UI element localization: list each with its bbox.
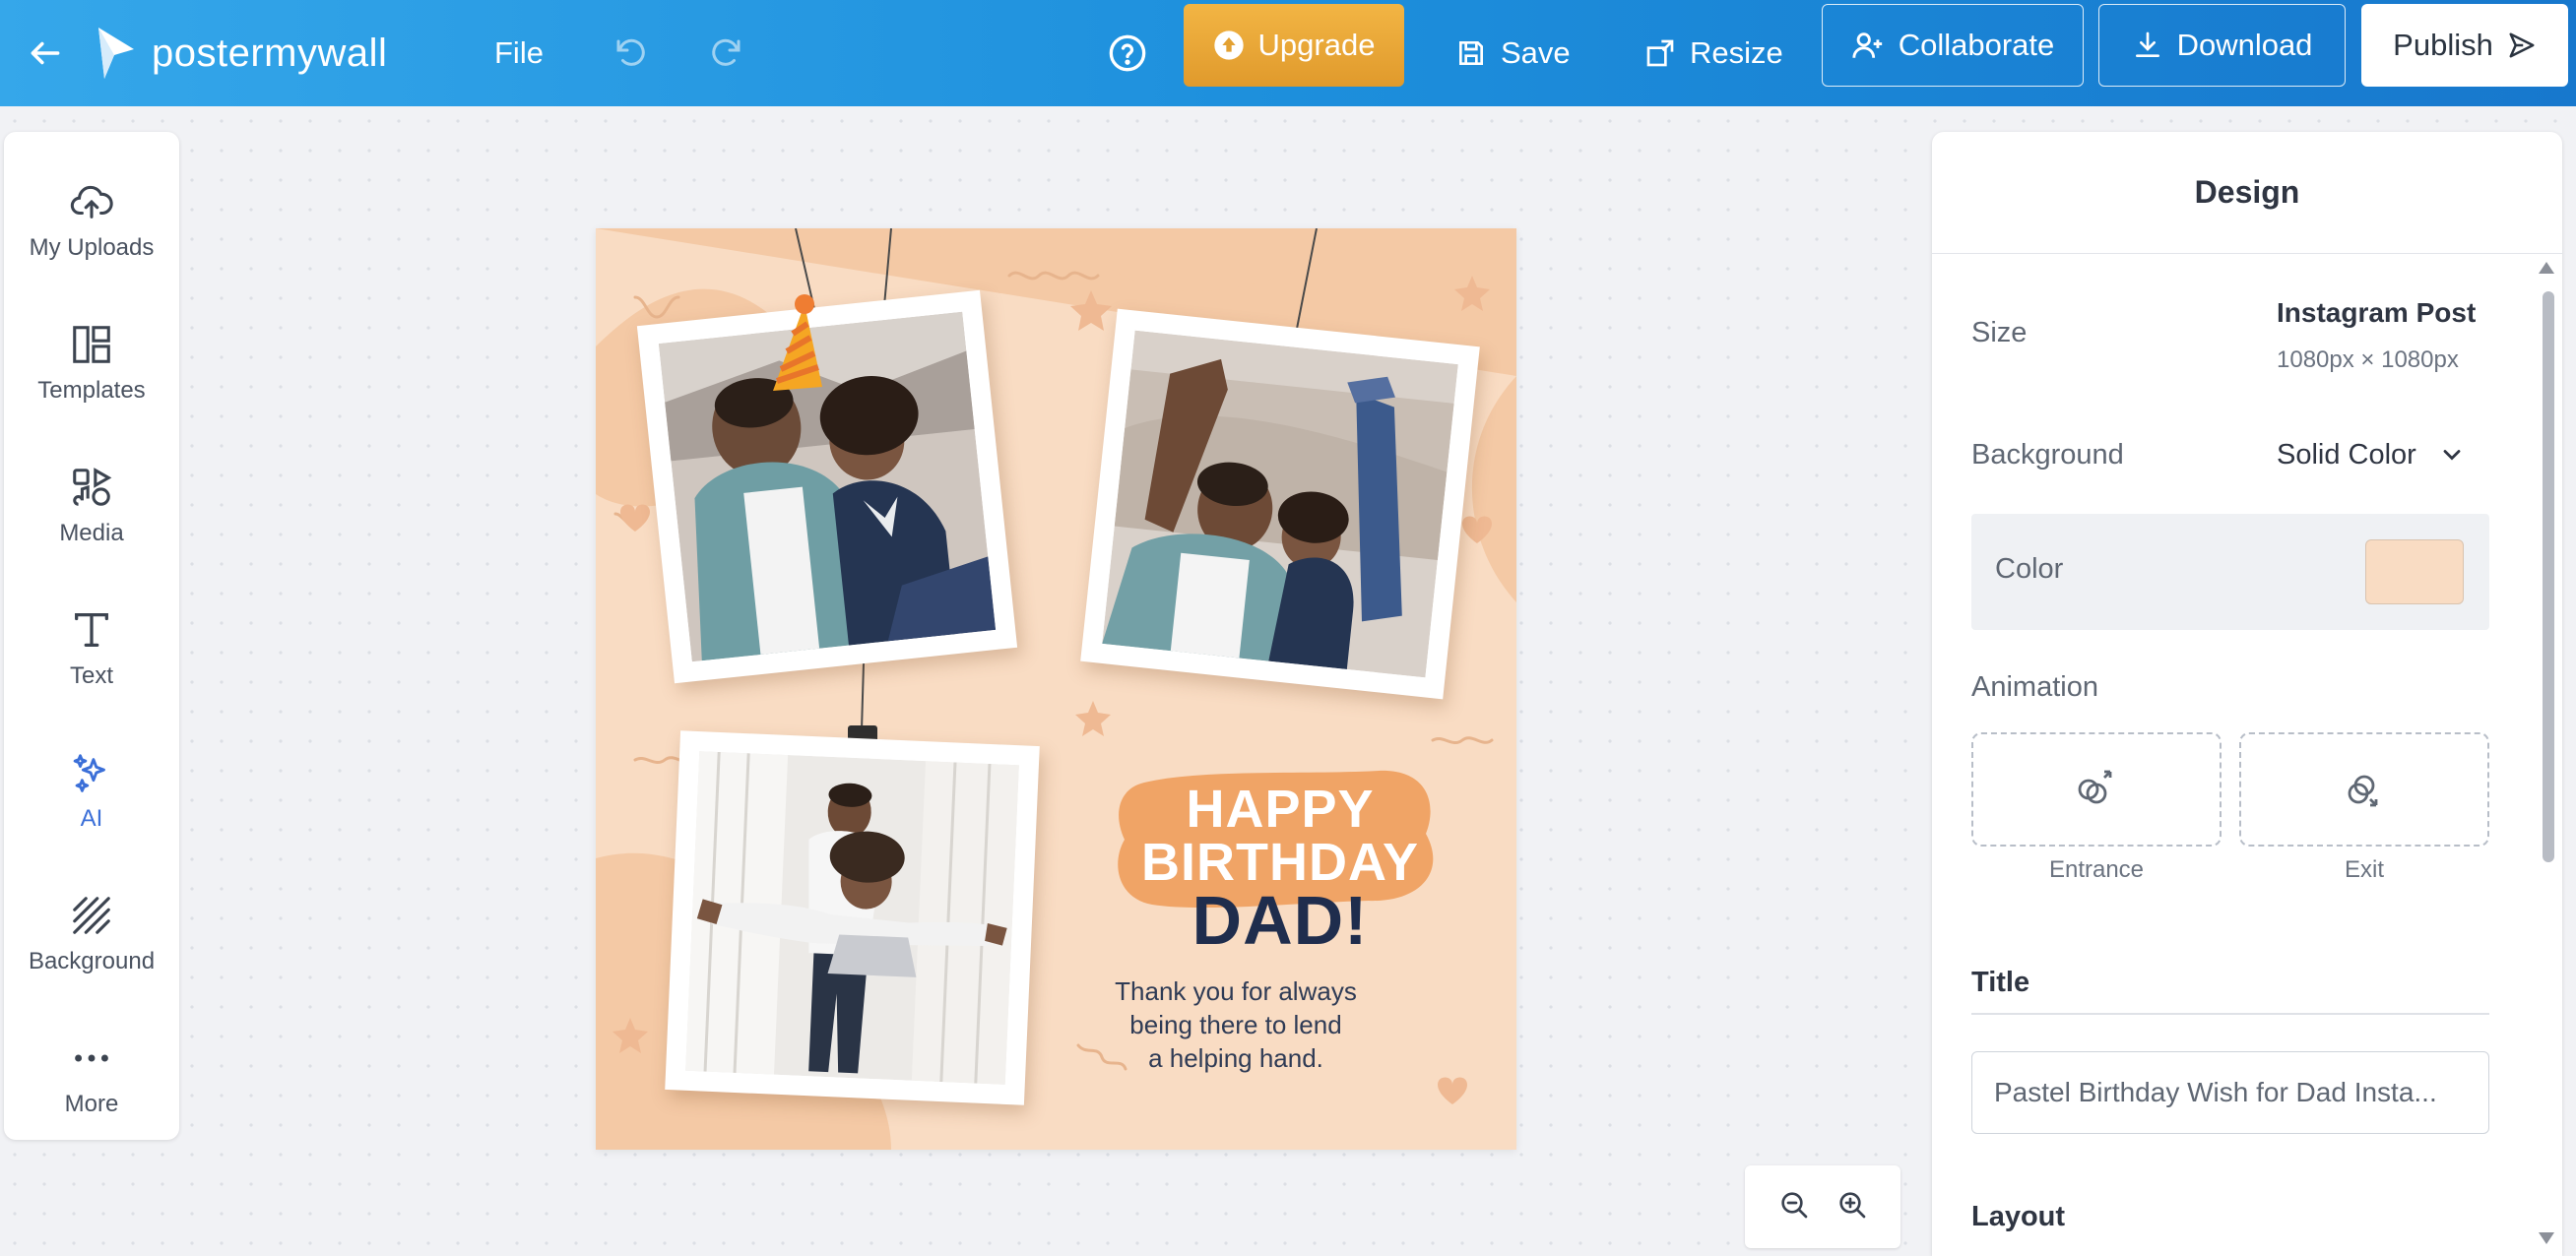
sidebar-item-background[interactable]: Background — [4, 875, 179, 993]
background-icon — [73, 897, 110, 934]
title-line-dad: DAD! — [1191, 882, 1369, 959]
size-label: Size — [1971, 317, 2028, 348]
size-value[interactable]: Instagram Post — [2277, 297, 2476, 329]
save-button[interactable]: Save — [1455, 0, 1571, 106]
photo-dad-lifting-kid — [685, 751, 1019, 1085]
background-type-value: Solid Color — [2277, 438, 2416, 471]
templates-icon — [73, 326, 110, 363]
save-label: Save — [1501, 35, 1571, 70]
publish-label: Publish — [2393, 28, 2493, 62]
entrance-animation-icon — [2078, 770, 2112, 804]
title-line-happy: HAPPY — [1186, 780, 1375, 839]
message-line-3: a helping hand. — [1148, 1043, 1323, 1073]
zoom-in-button[interactable] — [1836, 1189, 1868, 1225]
photo-frame-2[interactable] — [1080, 308, 1480, 700]
brand-logo[interactable]: postermywall — [95, 0, 387, 106]
download-label: Download — [2176, 28, 2313, 62]
zoom-in-icon — [1838, 1191, 1865, 1218]
color-label: Color — [1995, 553, 2064, 585]
sidebar-item-label: Templates — [37, 377, 146, 404]
text-icon — [75, 613, 108, 647]
help-button[interactable] — [1103, 0, 1152, 106]
scrollbar-thumb[interactable] — [2543, 291, 2554, 862]
party-hat-icon — [773, 294, 822, 391]
sidebar-item-label: AI — [80, 805, 103, 832]
message-line-2: being there to lend — [1129, 1010, 1342, 1039]
upgrade-button[interactable]: Upgrade — [1184, 4, 1404, 87]
top-toolbar: postermywall File Upgrade Save Resize Co… — [0, 0, 2576, 106]
zoom-out-button[interactable] — [1778, 1189, 1810, 1225]
poster-message[interactable]: Thank you for always being there to lend… — [1078, 974, 1393, 1075]
ai-sparkle-icon — [73, 754, 105, 792]
sidebar-item-my-uploads[interactable]: My Uploads — [4, 161, 179, 280]
sidebar-item-more[interactable]: More — [4, 1018, 179, 1136]
undo-icon — [616, 38, 645, 66]
sidebar-item-label: Text — [69, 662, 113, 689]
exit-label: Exit — [2344, 856, 2384, 883]
resize-button[interactable]: Resize — [1644, 0, 1783, 106]
title-section-label: Title — [1971, 967, 2030, 998]
background-type-dropdown[interactable]: Solid Color — [2277, 427, 2466, 482]
left-sidebar: My Uploads Templates Media Text AI Backg… — [4, 132, 179, 1140]
color-swatch[interactable] — [2365, 539, 2464, 604]
redo-button[interactable] — [699, 0, 754, 106]
sidebar-item-label: More — [64, 1091, 119, 1117]
add-user-icon — [1852, 32, 1882, 58]
design-panel: Design Size Instagram Post 1080px × 1080… — [1932, 132, 2562, 1256]
publish-button[interactable]: Publish — [2361, 4, 2568, 87]
download-button[interactable]: Download — [2098, 4, 2346, 87]
sidebar-item-media[interactable]: Media — [4, 447, 179, 565]
save-icon — [1459, 41, 1483, 65]
file-menu[interactable]: File — [494, 0, 544, 106]
title-input[interactable]: Pastel Birthday Wish for Dad Insta... — [1971, 1051, 2489, 1134]
exit-animation-icon — [2348, 775, 2378, 807]
sidebar-item-label: My Uploads — [29, 234, 155, 261]
photo-dad-and-kid-selfie — [1102, 330, 1458, 678]
media-icon — [73, 468, 112, 506]
sidebar-item-text[interactable]: Text — [4, 590, 179, 708]
upgrade-label: Upgrade — [1257, 28, 1376, 62]
sidebar-item-templates[interactable]: Templates — [4, 304, 179, 422]
send-icon — [2509, 32, 2535, 58]
sidebar-item-ai[interactable]: AI — [4, 732, 179, 850]
undo-button[interactable] — [603, 0, 658, 106]
message-line-1: Thank you for always — [1115, 976, 1357, 1006]
brand-name: postermywall — [152, 31, 388, 75]
zoom-out-icon — [1780, 1191, 1807, 1218]
resize-label: Resize — [1690, 35, 1783, 70]
redo-icon — [712, 38, 741, 66]
upgrade-arrow-icon — [1213, 31, 1244, 60]
help-circle-icon — [1109, 34, 1146, 72]
arrow-left-icon — [31, 41, 60, 65]
sidebar-item-label: Media — [59, 520, 124, 546]
logo-mark-icon — [98, 28, 134, 79]
back-button[interactable] — [16, 0, 75, 106]
resize-icon — [1646, 39, 1674, 67]
color-row: Color — [1971, 514, 2489, 630]
poster-canvas[interactable]: HAPPY BIRTHDAY DAD! Thank you for always… — [596, 228, 1516, 1150]
chevron-down-icon — [2443, 450, 2461, 461]
entrance-animation-button[interactable] — [1971, 732, 2222, 847]
upload-cloud-icon — [70, 185, 113, 219]
animation-label: Animation — [1971, 671, 2098, 703]
collaborate-label: Collaborate — [1898, 28, 2055, 62]
layout-section-label: Layout — [1971, 1201, 2066, 1232]
download-icon — [2135, 31, 2159, 57]
background-label: Background — [1971, 439, 2124, 471]
photo-frame-3[interactable] — [665, 730, 1040, 1105]
size-dimensions: 1080px × 1080px — [2277, 346, 2459, 373]
zoom-controls — [1745, 1165, 1900, 1248]
panel-heading: Design — [1932, 132, 2562, 254]
sidebar-item-label: Background — [28, 948, 156, 974]
entrance-label: Entrance — [2048, 856, 2145, 883]
title-divider — [1971, 1013, 2489, 1015]
collaborate-button[interactable]: Collaborate — [1822, 4, 2084, 87]
exit-animation-button[interactable] — [2239, 732, 2489, 847]
more-dots-icon — [75, 1054, 108, 1062]
